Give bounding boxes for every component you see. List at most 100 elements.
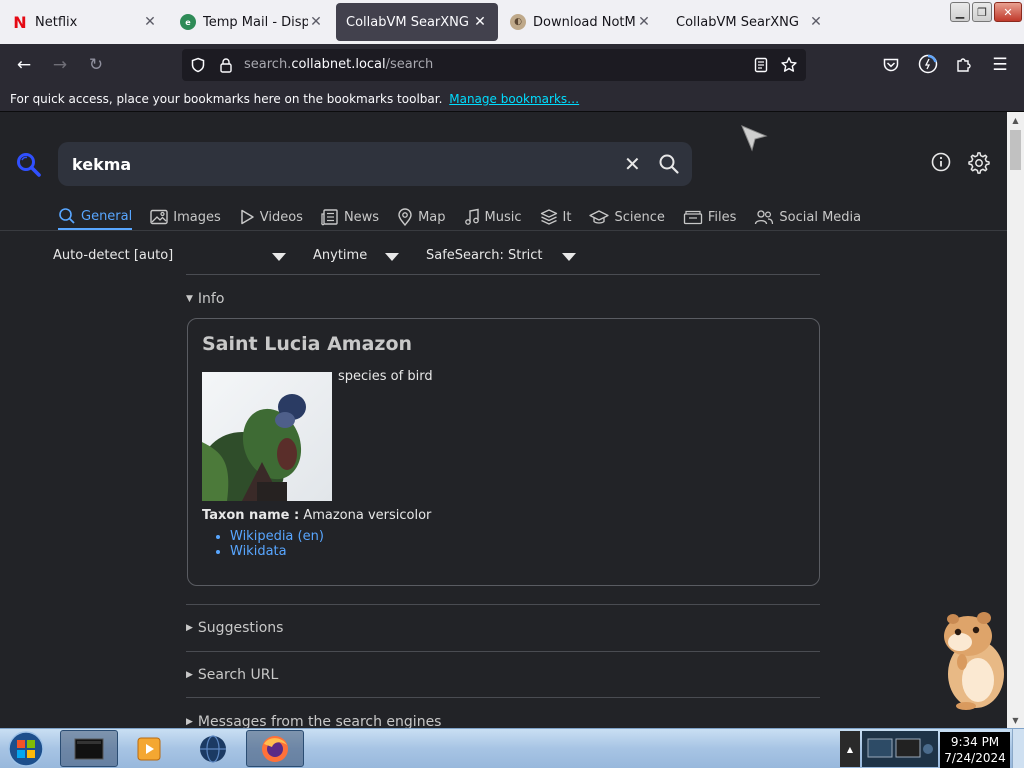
tab-collabvm-searxng-active[interactable]: CollabVM SearXNG ✕ bbox=[336, 3, 498, 41]
scroll-down-arrow-icon[interactable]: ▼ bbox=[1007, 712, 1024, 728]
scroll-up-arrow-icon[interactable]: ▲ bbox=[1007, 112, 1024, 128]
tab-general[interactable]: General bbox=[58, 204, 133, 230]
clear-search-icon[interactable]: ✕ bbox=[624, 152, 641, 176]
bookmark-star-icon[interactable] bbox=[780, 56, 798, 74]
search-icon[interactable] bbox=[658, 153, 680, 175]
suggestions-section-toggle[interactable]: ▶ Suggestions bbox=[186, 620, 283, 636]
triangle-right-icon: ▶ bbox=[186, 717, 193, 727]
minimize-button[interactable]: ▁ bbox=[950, 2, 970, 22]
tab-videos[interactable]: Videos bbox=[239, 204, 303, 230]
info-icon[interactable] bbox=[931, 152, 951, 172]
section-label: Search URL bbox=[197, 667, 279, 683]
tab-netflix[interactable]: N Netflix ✕ bbox=[2, 3, 168, 41]
back-arrow-icon[interactable]: ← bbox=[12, 54, 36, 76]
hamster-mascot-icon[interactable] bbox=[938, 602, 1008, 712]
close-icon[interactable]: ✕ bbox=[472, 14, 488, 30]
gear-icon[interactable] bbox=[968, 152, 990, 174]
language-select[interactable]: Auto-detect [auto] bbox=[53, 248, 173, 263]
engine-messages-section-toggle[interactable]: ▶ Messages from the search engines bbox=[186, 714, 441, 728]
taskbar-app-firefox[interactable] bbox=[246, 730, 304, 767]
infobox-description: species of bird bbox=[338, 369, 433, 384]
maximize-button[interactable]: ❐ bbox=[972, 2, 992, 22]
tab-download-notmyfault[interactable]: ◐ Download NotMyFault ✕ bbox=[500, 3, 662, 41]
tab-temp-mail[interactable]: e Temp Mail - Disposable ✕ bbox=[170, 3, 334, 41]
chevron-down-icon[interactable] bbox=[385, 253, 399, 261]
search-url-section-toggle[interactable]: ▶ Search URL bbox=[186, 667, 278, 683]
netflix-icon: N bbox=[13, 12, 27, 32]
taskbar-app-media-player[interactable] bbox=[120, 730, 178, 767]
shield-icon[interactable] bbox=[190, 57, 206, 73]
taxon-value: Amazona versicolor bbox=[303, 508, 432, 523]
time-range-select[interactable]: Anytime bbox=[313, 248, 367, 263]
search-input[interactable]: kekma bbox=[72, 155, 131, 174]
taxon-attribute: Taxon name : Amazona versicolor bbox=[202, 508, 431, 523]
url-text[interactable]: search.collabnet.local/search bbox=[244, 57, 433, 72]
wikidata-link[interactable]: Wikidata bbox=[230, 544, 324, 559]
tab-files[interactable]: Files bbox=[683, 204, 736, 230]
section-label: Info bbox=[197, 291, 225, 307]
lock-icon[interactable] bbox=[219, 57, 233, 73]
window-controls: ▁ ❐ ✕ bbox=[950, 2, 1022, 22]
pocket-icon[interactable] bbox=[882, 56, 900, 74]
tab-label: Science bbox=[614, 209, 665, 225]
files-icon bbox=[683, 210, 703, 225]
section-label: Messages from the search engines bbox=[197, 714, 442, 728]
hamburger-menu-icon[interactable]: ☰ bbox=[988, 54, 1012, 76]
wikipedia-link[interactable]: Wikipedia (en) bbox=[230, 529, 324, 544]
mouse-pointer-icon bbox=[741, 125, 768, 152]
reader-view-icon[interactable] bbox=[754, 57, 768, 73]
manage-bookmarks-link[interactable]: Manage bookmarks… bbox=[449, 92, 579, 106]
close-icon[interactable]: ✕ bbox=[808, 14, 824, 30]
section-divider bbox=[186, 604, 820, 605]
close-icon[interactable]: ✕ bbox=[142, 14, 158, 30]
app-window-icon bbox=[74, 738, 104, 759]
close-icon[interactable]: ✕ bbox=[308, 14, 324, 30]
globe-icon bbox=[200, 734, 226, 763]
start-button[interactable] bbox=[4, 730, 48, 768]
reload-icon[interactable]: ↻ bbox=[84, 54, 108, 76]
graduation-cap-icon bbox=[589, 210, 610, 224]
temp-mail-icon: e bbox=[180, 14, 196, 30]
tab-collabvm-searxng[interactable]: CollabVM SearXNG ✕ bbox=[666, 3, 834, 41]
url-host: collabnet.local bbox=[291, 57, 386, 72]
taxon-label: Taxon name : bbox=[202, 508, 300, 523]
taskbar-app-vm[interactable] bbox=[60, 730, 118, 767]
tab-map[interactable]: Map bbox=[397, 204, 446, 230]
tab-title: Temp Mail - Disposable bbox=[203, 14, 308, 30]
tab-news[interactable]: News bbox=[321, 204, 379, 230]
clock-date: 7/24/2024 bbox=[944, 751, 1006, 765]
extensions-icon[interactable] bbox=[955, 55, 973, 73]
tab-music[interactable]: Music bbox=[464, 204, 522, 230]
searxng-logo-icon[interactable] bbox=[16, 152, 42, 178]
category-divider bbox=[0, 230, 1007, 231]
scrollbar-thumb[interactable] bbox=[1010, 130, 1021, 170]
show-hidden-icons-button[interactable]: ▲ bbox=[840, 731, 860, 767]
chevron-down-icon[interactable] bbox=[272, 253, 286, 261]
tab-science[interactable]: Science bbox=[589, 204, 665, 230]
network-icon bbox=[867, 738, 933, 758]
search-box[interactable]: kekma ✕ bbox=[58, 142, 692, 186]
section-divider bbox=[186, 651, 820, 652]
forward-arrow-icon[interactable]: → bbox=[48, 54, 72, 76]
searxng-page: kekma ✕ General Images Videos News Map M… bbox=[0, 112, 1024, 728]
address-bar[interactable]: search.collabnet.local/search bbox=[182, 49, 806, 81]
people-icon bbox=[755, 210, 774, 225]
tab-social-media[interactable]: Social Media bbox=[754, 204, 861, 230]
firefox-icon bbox=[262, 735, 288, 762]
taskbar-clock[interactable]: 9:34 PM 7/24/2024 bbox=[940, 732, 1010, 768]
navigation-toolbar: ← → ↻ search.collabnet.local/search ☰ bbox=[0, 44, 1024, 86]
info-section-toggle[interactable]: ▼ Info bbox=[186, 291, 224, 307]
chevron-down-icon[interactable] bbox=[562, 253, 576, 261]
bird-image[interactable] bbox=[202, 372, 332, 501]
close-icon[interactable]: ✕ bbox=[636, 14, 652, 30]
close-window-button[interactable]: ✕ bbox=[994, 2, 1022, 22]
taskbar-app-globe[interactable] bbox=[184, 730, 242, 767]
system-tray-icons[interactable] bbox=[862, 731, 938, 767]
show-desktop-button[interactable] bbox=[1012, 729, 1024, 768]
account-icon[interactable] bbox=[918, 54, 938, 74]
page-scrollbar[interactable]: ▲ ▼ bbox=[1007, 112, 1024, 728]
tab-it[interactable]: It bbox=[540, 204, 571, 230]
category-tabs: General Images Videos News Map Music It bbox=[58, 204, 879, 230]
tab-images[interactable]: Images bbox=[150, 204, 221, 230]
safesearch-select[interactable]: SafeSearch: Strict bbox=[426, 248, 543, 263]
